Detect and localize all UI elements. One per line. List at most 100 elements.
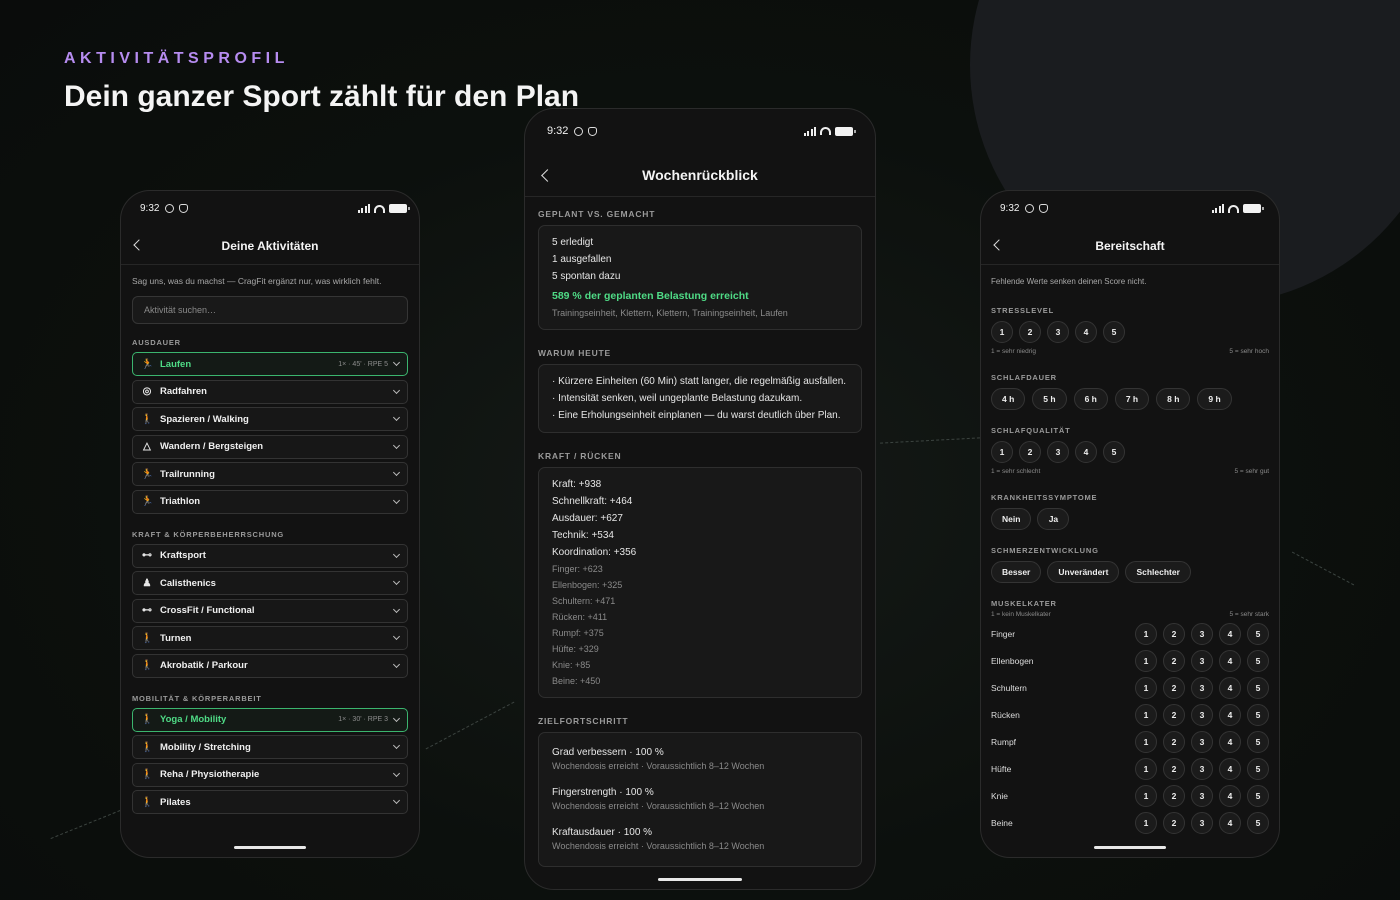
activity-item[interactable]: ⊷ Kraftsport bbox=[132, 543, 408, 568]
home-indicator[interactable] bbox=[1094, 846, 1166, 849]
chevron-down-icon bbox=[392, 605, 401, 613]
option-pill[interactable]: Ja bbox=[1037, 508, 1070, 530]
option-pill[interactable]: 2 bbox=[1019, 321, 1041, 343]
quality-options: 12345 bbox=[991, 441, 1269, 463]
activity-search-input[interactable]: Aktivität suchen… bbox=[132, 296, 408, 324]
activity-meta: 1× · 30' · RPE 3 bbox=[338, 716, 388, 723]
body-part-line: Rumpf: +375 bbox=[552, 628, 604, 638]
option-pill[interactable]: 4 bbox=[1075, 321, 1097, 343]
home-indicator[interactable] bbox=[234, 846, 306, 849]
option-pill[interactable]: 4 bbox=[1219, 703, 1241, 726]
option-pill[interactable]: 5 bbox=[1247, 811, 1269, 834]
activity-item[interactable]: 🚶 Reha / Physiotherapie bbox=[132, 762, 408, 787]
option-pill[interactable]: 7 h bbox=[1114, 388, 1150, 410]
option-pill[interactable]: 4 bbox=[1219, 757, 1241, 780]
option-pill[interactable]: 5 bbox=[1247, 757, 1269, 780]
option-pill[interactable]: Unverändert bbox=[1047, 561, 1120, 583]
option-pill[interactable]: Schlechter bbox=[1125, 561, 1191, 583]
option-pill[interactable]: 2 bbox=[1163, 649, 1185, 672]
option-pill[interactable]: Besser bbox=[991, 561, 1042, 583]
option-pill[interactable]: 5 bbox=[1247, 703, 1269, 726]
option-pill[interactable]: 5 bbox=[1247, 784, 1269, 807]
option-pill[interactable]: 1 bbox=[991, 321, 1013, 343]
shield-icon bbox=[1039, 204, 1049, 213]
activity-item[interactable]: 🚶 Turnen bbox=[132, 626, 408, 650]
section-heading: GEPLANT VS. GEMACHT bbox=[538, 209, 656, 219]
activity-item[interactable]: 🚶 Pilates bbox=[132, 790, 408, 814]
sessions-list: Trainingseinheit, Klettern, Klettern, Tr… bbox=[552, 308, 788, 318]
activity-item[interactable]: 🚶 Yoga / Mobility 1× · 30' · RPE 3 bbox=[132, 707, 408, 732]
option-pill[interactable]: 2 bbox=[1019, 441, 1041, 463]
option-pill[interactable]: 1 bbox=[1135, 811, 1157, 834]
option-pill[interactable]: 5 bbox=[1103, 321, 1125, 343]
option-pill[interactable]: 2 bbox=[1163, 811, 1185, 834]
option-pill[interactable]: 3 bbox=[1191, 649, 1213, 672]
body-part-line: Hüfte: +329 bbox=[552, 644, 599, 654]
muscle-row: Beine 1 2 3 4 5 bbox=[991, 809, 1269, 836]
activity-item[interactable]: 🚶 Mobility / Stretching bbox=[132, 735, 408, 759]
option-pill[interactable]: 1 bbox=[1135, 784, 1157, 807]
option-pill[interactable]: 2 bbox=[1163, 784, 1185, 807]
option-pill[interactable]: 3 bbox=[1191, 622, 1213, 645]
option-pill[interactable]: 1 bbox=[1135, 676, 1157, 699]
option-pill[interactable]: 2 bbox=[1163, 703, 1185, 726]
option-pill[interactable]: 1 bbox=[1135, 649, 1157, 672]
chevron-down-icon bbox=[392, 441, 401, 449]
pain-options: Besser Unverändert Schlechter bbox=[991, 561, 1269, 583]
option-pill[interactable]: 5 bbox=[1247, 676, 1269, 699]
option-pill[interactable]: 8 h bbox=[1156, 388, 1191, 410]
option-pill[interactable]: 5 bbox=[1247, 649, 1269, 672]
option-pill[interactable]: 3 bbox=[1191, 784, 1213, 807]
activity-item[interactable]: ♟ Calisthenics bbox=[132, 571, 408, 595]
option-pill[interactable]: 1 bbox=[1135, 703, 1157, 726]
screen-title: Bereitschaft bbox=[1095, 239, 1165, 253]
option-pill[interactable]: 4 h bbox=[991, 388, 1026, 410]
option-pill[interactable]: 3 bbox=[1191, 676, 1213, 699]
activity-item[interactable]: △ Wandern / Bergsteigen bbox=[132, 434, 408, 459]
option-pill[interactable]: Nein bbox=[991, 508, 1032, 530]
activity-item[interactable]: 🚶 Akrobatik / Parkour bbox=[132, 653, 408, 678]
activity-item[interactable]: 🏃 Triathlon bbox=[132, 489, 408, 514]
running-icon: 🏃 bbox=[141, 358, 154, 370]
option-pill[interactable]: 3 bbox=[1047, 441, 1069, 463]
activity-item[interactable]: 🏃 Trailrunning bbox=[132, 462, 408, 486]
home-indicator[interactable] bbox=[658, 878, 742, 881]
option-pill[interactable]: 4 bbox=[1219, 730, 1241, 753]
option-pill[interactable]: 2 bbox=[1163, 622, 1185, 645]
option-pill[interactable]: 4 bbox=[1219, 811, 1241, 834]
option-pill[interactable]: 5 bbox=[1247, 622, 1269, 645]
activity-item[interactable]: 🏃 Laufen 1× · 45' · RPE 5 bbox=[132, 352, 408, 376]
scale-high: 5 = sehr hoch bbox=[1229, 348, 1269, 355]
option-pill[interactable]: 2 bbox=[1163, 730, 1185, 753]
option-pill[interactable]: 5 h bbox=[1032, 388, 1067, 410]
option-pill[interactable]: 5 bbox=[1103, 441, 1125, 463]
option-pill[interactable]: 1 bbox=[1135, 622, 1157, 645]
option-pill[interactable]: 1 bbox=[1135, 757, 1157, 780]
option-pill[interactable]: 4 bbox=[1075, 441, 1097, 463]
option-pill[interactable]: 3 bbox=[1047, 321, 1069, 343]
option-pill[interactable]: 2 bbox=[1163, 676, 1185, 699]
section-heading: SCHMERZENTWICKLUNG bbox=[991, 546, 1099, 555]
chevron-down-icon bbox=[392, 496, 401, 504]
option-pill[interactable]: 2 bbox=[1163, 757, 1185, 780]
option-pill[interactable]: 4 bbox=[1219, 622, 1241, 645]
activity-item[interactable]: ◎ Radfahren bbox=[132, 379, 408, 404]
option-pill[interactable]: 4 bbox=[1219, 784, 1241, 807]
option-pill[interactable]: 9 h bbox=[1197, 388, 1232, 410]
option-pill[interactable]: 4 bbox=[1219, 676, 1241, 699]
activities-content: Sag uns, was du machst — CragFit ergänzt… bbox=[132, 266, 408, 837]
activity-item[interactable]: 🚶 Spazieren / Walking bbox=[132, 407, 408, 431]
option-pill[interactable]: 1 bbox=[991, 441, 1013, 463]
why-line: · Kürzere Einheiten (60 Min) statt lange… bbox=[552, 376, 847, 387]
option-pill[interactable]: 3 bbox=[1191, 811, 1213, 834]
option-pill[interactable]: 4 bbox=[1219, 649, 1241, 672]
option-pill[interactable]: 3 bbox=[1191, 730, 1213, 753]
activity-item[interactable]: ⊷ CrossFit / Functional bbox=[132, 598, 408, 623]
option-pill[interactable]: 5 bbox=[1247, 730, 1269, 753]
option-pill[interactable]: 6 h bbox=[1073, 388, 1108, 410]
option-pill[interactable]: 1 bbox=[1135, 730, 1157, 753]
option-pill[interactable]: 3 bbox=[1191, 757, 1213, 780]
option-pill[interactable]: 3 bbox=[1191, 703, 1213, 726]
planned-line: 1 ausgefallen bbox=[552, 254, 612, 265]
intro-text: Sag uns, was du machst — CragFit ergänzt… bbox=[132, 276, 382, 286]
